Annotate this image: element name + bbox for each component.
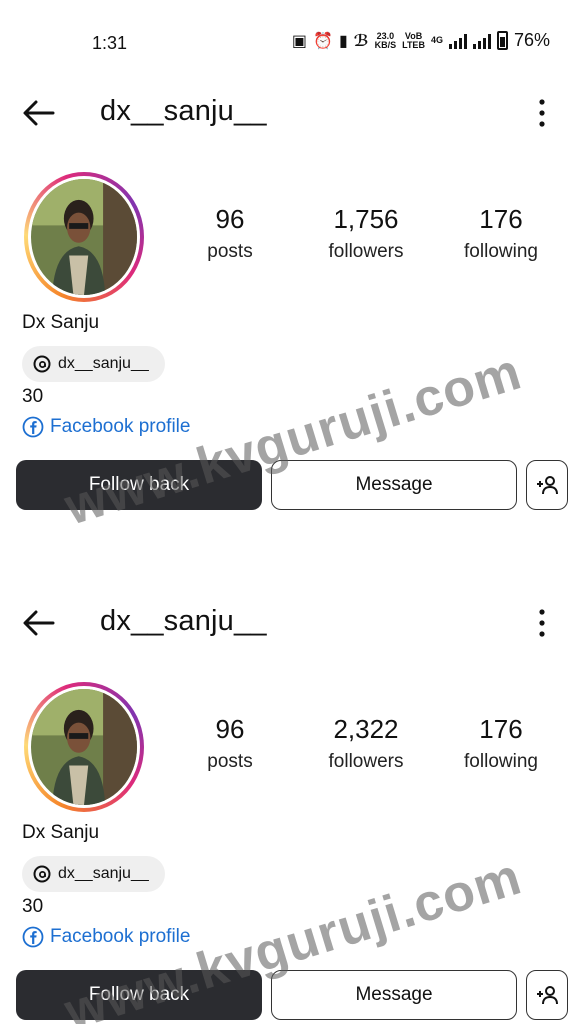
- message-button[interactable]: Message: [271, 970, 517, 1020]
- followers-count: 2,322: [333, 714, 399, 744]
- posts-count: 96: [215, 204, 245, 234]
- threads-handle: dx__sanju__: [58, 355, 149, 372]
- signal-icon-2: [472, 33, 491, 49]
- facebook-link-text: Facebook profile: [50, 926, 191, 947]
- posts-label: posts: [207, 751, 253, 772]
- volte-bottom: LTEB: [402, 39, 425, 50]
- suggested-users-button[interactable]: [526, 970, 568, 1020]
- posts-count: 96: [215, 714, 245, 744]
- followers-label: followers: [328, 241, 404, 262]
- follow-back-button[interactable]: Follow back: [16, 970, 262, 1020]
- signal-icon-1: [448, 33, 467, 49]
- facebook-icon: [22, 416, 44, 438]
- threads-badge[interactable]: dx__sanju__: [22, 856, 165, 892]
- following-label: following: [464, 751, 538, 772]
- back-arrow-icon[interactable]: [20, 604, 58, 642]
- profile-header: dx__sanju__: [0, 80, 576, 144]
- avatar-story-ring[interactable]: [24, 682, 144, 812]
- profile-screenshot-2: dx__sanju__ 96 posts 2,322 followers 176…: [0, 590, 576, 1024]
- battery-percent: 76%: [513, 30, 550, 50]
- back-arrow-icon[interactable]: [20, 94, 58, 132]
- facebook-profile-link[interactable]: Facebook profile: [22, 926, 190, 948]
- avatar-story-ring[interactable]: [24, 172, 144, 302]
- followers-label: followers: [328, 751, 404, 772]
- following-label: following: [464, 241, 538, 262]
- threads-icon: [33, 865, 51, 883]
- volte-indicator: VoB LTEB: [402, 31, 425, 50]
- stat-following[interactable]: 176 following: [456, 714, 546, 773]
- facebook-icon: [22, 926, 44, 948]
- nfc-icon: ▣: [291, 32, 308, 50]
- posts-label: posts: [207, 241, 253, 262]
- vibrate-icon: ▮: [338, 32, 348, 50]
- facebook-profile-link[interactable]: Facebook profile: [22, 416, 190, 438]
- bluetooth-icon: ℬ: [353, 32, 369, 50]
- suggested-users-button[interactable]: [526, 460, 568, 510]
- bio-text: 30: [22, 386, 44, 407]
- followers-count: 1,756: [333, 204, 399, 234]
- stat-followers[interactable]: 2,322 followers: [316, 714, 416, 773]
- status-icons: ▣ ⏰ ▮ ℬ 23.0 KB/S VoB LTEB 4G 76%: [292, 30, 550, 51]
- display-name: Dx Sanju: [22, 312, 100, 333]
- profile-screenshot-1: dx__sanju__ 96 posts 1,756 followers 176…: [0, 80, 576, 550]
- following-count: 176: [479, 204, 523, 234]
- stat-posts[interactable]: 96 posts: [190, 204, 270, 263]
- message-button[interactable]: Message: [271, 460, 517, 510]
- alarm-icon: ⏰: [313, 32, 333, 50]
- display-name: Dx Sanju: [22, 822, 100, 843]
- status-time: 1:31: [92, 33, 128, 53]
- more-options-icon[interactable]: [528, 604, 556, 642]
- threads-badge[interactable]: dx__sanju__: [22, 346, 165, 382]
- add-user-icon: [537, 476, 558, 495]
- follow-back-button[interactable]: Follow back: [16, 460, 262, 510]
- add-user-icon: [537, 986, 558, 1005]
- facebook-link-text: Facebook profile: [50, 416, 191, 437]
- status-bar: 1:31 ▣ ⏰ ▮ ℬ 23.0 KB/S VoB LTEB 4G 76%: [0, 0, 576, 80]
- avatar: [31, 689, 137, 805]
- username-title: dx__sanju__: [100, 605, 267, 637]
- threads-handle: dx__sanju__: [58, 865, 149, 882]
- net-speed: 23.0 KB/S: [374, 31, 397, 50]
- profile-header: dx__sanju__: [0, 590, 576, 654]
- stat-followers[interactable]: 1,756 followers: [316, 204, 416, 263]
- network-type: 4G: [430, 35, 443, 45]
- battery-icon: [496, 31, 508, 50]
- avatar: [31, 179, 137, 295]
- threads-icon: [33, 355, 51, 373]
- more-options-icon[interactable]: [528, 94, 556, 132]
- stat-posts[interactable]: 96 posts: [190, 714, 270, 773]
- following-count: 176: [479, 714, 523, 744]
- username-title: dx__sanju__: [100, 95, 267, 127]
- stat-following[interactable]: 176 following: [456, 204, 546, 263]
- net-speed-unit: KB/S: [374, 39, 397, 50]
- bio-text: 30: [22, 896, 44, 917]
